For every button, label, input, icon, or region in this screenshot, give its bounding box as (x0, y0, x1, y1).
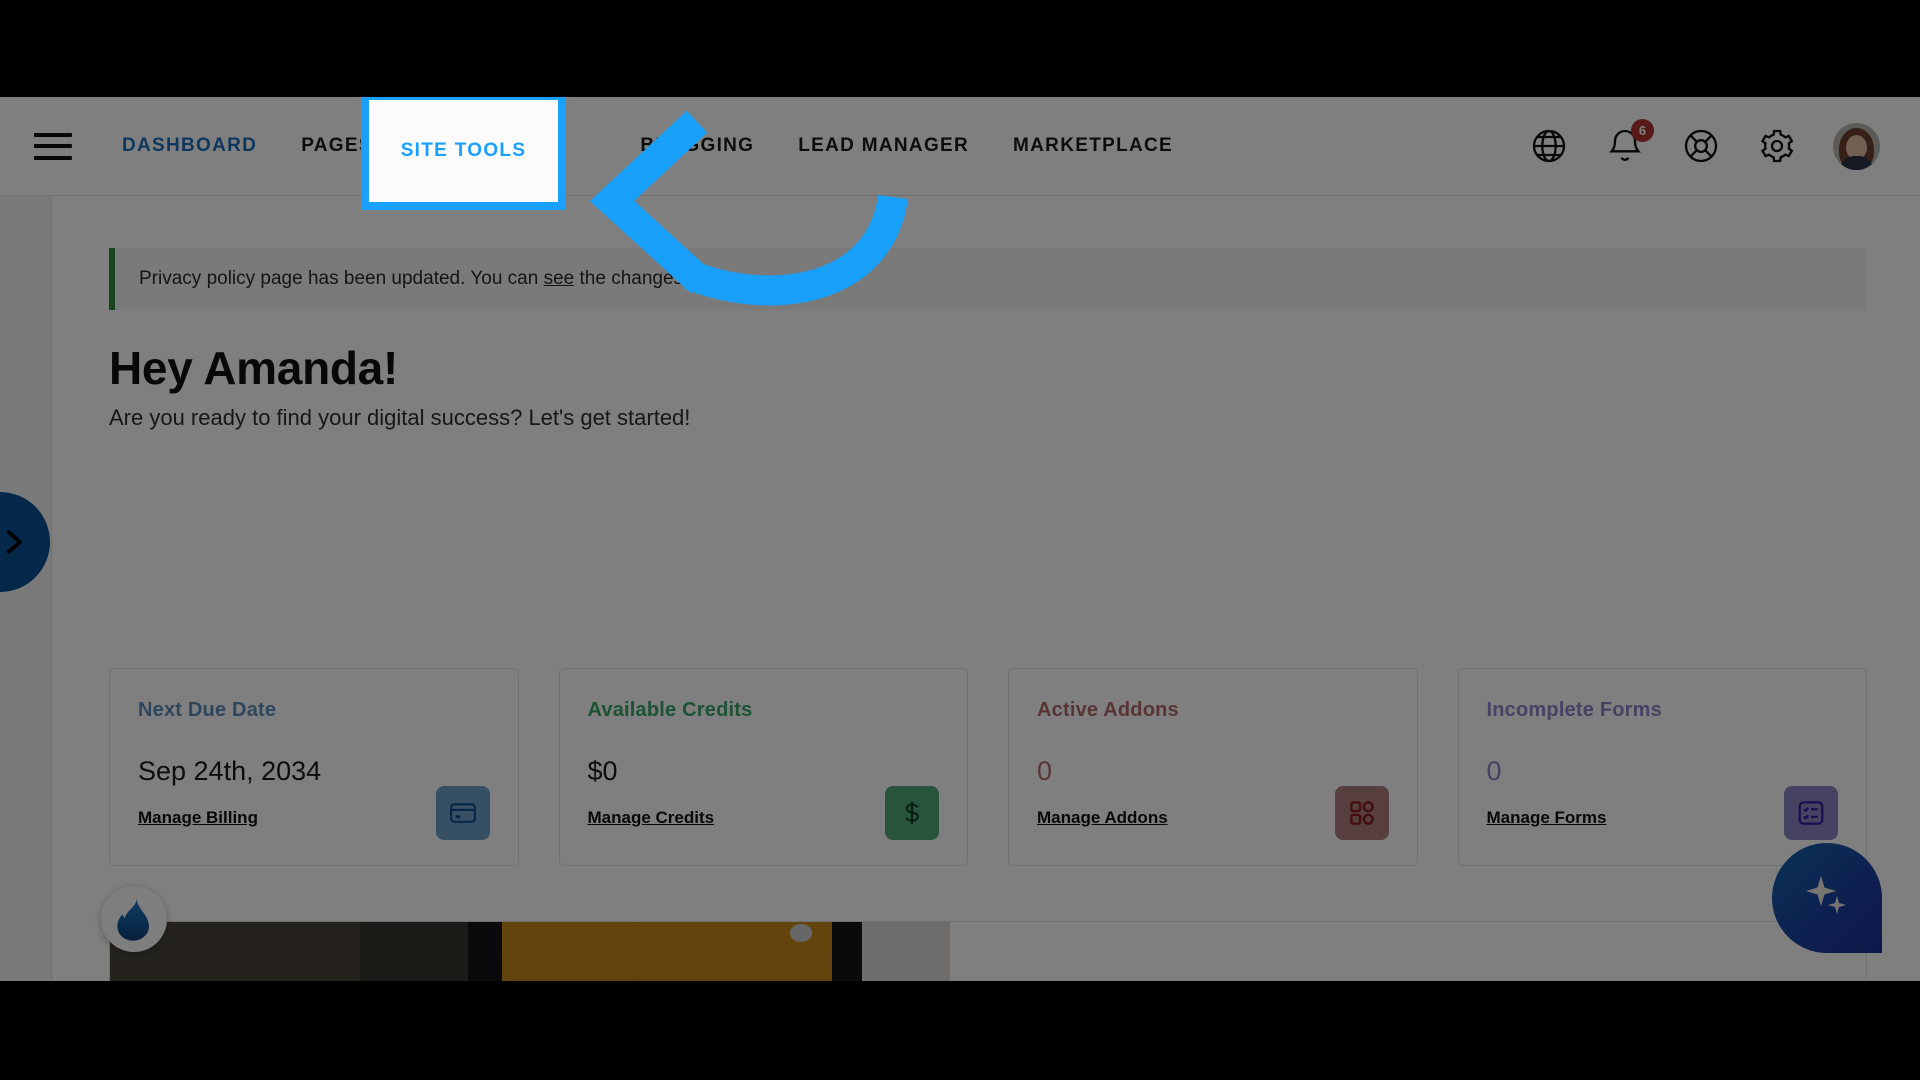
hamburger-bar (34, 132, 72, 137)
nav-item-dashboard[interactable]: DASHBOARD (122, 135, 257, 157)
video-thumbnail[interactable] (110, 922, 950, 981)
card-title: Incomplete Forms (1486, 699, 1662, 721)
thumb-door-frame (832, 922, 862, 981)
hamburger-menu-icon[interactable] (34, 132, 72, 160)
stat-card-next-due-date: Next Due Date Sep 24th, 2034 Manage Bill… (109, 668, 519, 866)
hamburger-bar (34, 144, 72, 148)
chevron-right-icon (6, 530, 22, 554)
ai-assistant-button[interactable] (1772, 843, 1882, 953)
main-content: Privacy policy page has been updated. Yo… (53, 196, 1920, 981)
form-checklist-icon (1784, 786, 1838, 840)
page-title: Hey Amanda! (109, 342, 398, 394)
nav-item-lead-manager[interactable]: LEAD MANAGER (798, 135, 969, 157)
nav-item-pages[interactable]: PAGES (301, 135, 373, 157)
banner-text-after: the changes. (574, 268, 689, 289)
primary-nav-links: DASHBOARD PAGES SITE TOOLS BLOGGING LEAD… (122, 135, 1173, 157)
globe-icon[interactable] (1529, 126, 1569, 166)
featured-video-row: TOM FERRY EXCLUSIVE (109, 921, 1867, 981)
grid-squares-icon (1334, 786, 1389, 840)
credit-card-icon (435, 786, 490, 840)
thumb-door (502, 922, 832, 981)
gear-icon[interactable] (1757, 126, 1797, 166)
manage-addons-link[interactable]: Manage Addons (1037, 808, 1168, 828)
card-title: Next Due Date (138, 699, 277, 721)
card-value: $0 (587, 756, 618, 786)
banner-text: Privacy policy page has been updated. Yo… (139, 268, 688, 290)
thumb-wall-right (862, 922, 950, 981)
greeting-block: Hey Amanda! Are you ready to find your d… (109, 341, 690, 431)
lifebuoy-icon[interactable] (1681, 126, 1721, 166)
privacy-policy-banner: Privacy policy page has been updated. Yo… (109, 248, 1867, 310)
page-subtitle: Are you ready to find your digital succe… (109, 405, 691, 430)
stat-card-active-addons: Active Addons 0 Manage Addons (1008, 668, 1418, 866)
sparkle-icon (1806, 876, 1846, 914)
banner-see-link[interactable]: see (544, 268, 575, 289)
card-value: 0 (1486, 756, 1502, 786)
card-value: Sep 24th, 2034 (138, 756, 322, 786)
stat-card-available-credits: Available Credits $0 Manage Credits (558, 668, 968, 866)
dollar-icon (885, 786, 939, 840)
featured-video-info: TOM FERRY EXCLUSIVE (950, 922, 1866, 981)
flame-glyph (117, 897, 149, 941)
manage-credits-link[interactable]: Manage Credits (588, 808, 715, 828)
nav-utility-icons: 6 (1529, 119, 1880, 170)
banner-text-before: Privacy policy page has been updated. Yo… (139, 268, 544, 289)
avatar[interactable] (1833, 122, 1880, 170)
nav-item-marketplace[interactable]: MARKETPLACE (1013, 135, 1173, 157)
card-title: Active Addons (1037, 699, 1179, 721)
manage-forms-link[interactable]: Manage Forms (1487, 808, 1607, 828)
app-viewport: DASHBOARD PAGES SITE TOOLS BLOGGING LEAD… (0, 97, 1920, 981)
hamburger-bar (34, 155, 72, 160)
stat-card-incomplete-forms: Incomplete Forms 0 Manage Forms (1457, 668, 1867, 866)
top-navigation-bar: DASHBOARD PAGES SITE TOOLS BLOGGING LEAD… (0, 97, 1920, 196)
thumb-door-knob (790, 924, 812, 942)
flame-icon[interactable] (101, 886, 167, 952)
page-body: Privacy policy page has been updated. Yo… (0, 196, 1920, 981)
stat-card-row: Next Due Date Sep 24th, 2034 Manage Bill… (109, 668, 1867, 866)
manage-billing-link[interactable]: Manage Billing (138, 808, 258, 828)
card-title: Available Credits (587, 699, 753, 721)
thumb-door-frame (468, 922, 504, 981)
notification-badge: 6 (1631, 119, 1654, 142)
bell-icon[interactable]: 6 (1605, 119, 1654, 166)
card-value: 0 (1037, 756, 1053, 786)
nav-item-blogging[interactable]: BLOGGING (640, 135, 754, 157)
